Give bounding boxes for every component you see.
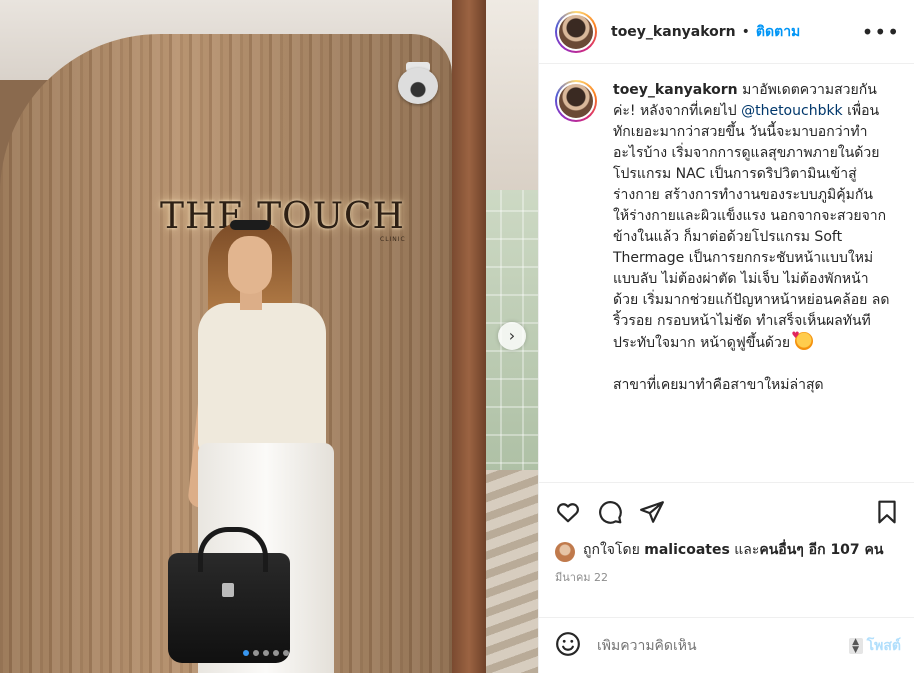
security-camera [398, 62, 438, 106]
like-heart-icon[interactable] [555, 499, 581, 525]
carousel-dot [243, 650, 249, 656]
caption-avatar[interactable] [555, 80, 597, 122]
header-separator: • [741, 23, 750, 40]
likes-summary: ถูกใจโดย malicoates และคนอื่นๆ อีก 107 ค… [539, 540, 914, 562]
more-options-icon[interactable]: ••• [862, 20, 900, 44]
avatar[interactable] [555, 10, 597, 53]
header-username[interactable]: toey_kanyakorn [611, 24, 736, 40]
save-bookmark-icon[interactable] [874, 499, 900, 525]
post-photo[interactable]: THE TOUCH CLINIC › [0, 0, 538, 673]
instagram-post-modal: THE TOUCH CLINIC › toey_kanyakorn • ติดต… [0, 0, 914, 673]
likes-text: ถูกใจโดย malicoates และคนอื่นๆ อีก 107 ค… [583, 540, 883, 560]
caption-text: toey_kanyakorn มาอัพเดตความสวยกันค่ะ! หล… [613, 80, 893, 482]
carousel-dot [253, 650, 259, 656]
post-sidebar: toey_kanyakorn • ติดตาม ••• toey_kanyako… [538, 0, 914, 673]
comment-input[interactable] [597, 637, 849, 654]
caption-mention-link[interactable]: @thetouchbkk [741, 103, 843, 119]
clinic-sign-sub: CLINIC [380, 236, 406, 243]
caption-username[interactable]: toey_kanyakorn [613, 82, 738, 98]
carousel-dots [243, 650, 289, 656]
emoji-picker-icon[interactable] [555, 631, 581, 661]
likes-others-link[interactable]: คนอื่นๆ อีก 107 คน [759, 542, 883, 558]
smiling-face-with-hearts-icon [792, 326, 813, 350]
carousel-dot [283, 650, 289, 656]
post-date[interactable]: มีนาคม 22 [539, 562, 914, 590]
carousel-dot [273, 650, 279, 656]
share-paper-plane-icon[interactable] [639, 499, 665, 525]
caption-text-part-3: สาขาที่เคยมาทำคือสาขาใหม่ล่าสุด [613, 377, 824, 393]
carousel-dot [263, 650, 269, 656]
comment-bubble-icon[interactable] [597, 499, 623, 525]
photo-pillar [452, 0, 486, 673]
liker-avatar[interactable] [555, 542, 575, 562]
likes-prefix: ถูกใจโดย [583, 542, 645, 558]
caption-text-part-2: เพื่อนทักเยอะมากว่าสวยขึ้น วันนี้จะมาบอก… [613, 103, 890, 351]
post-actions [539, 482, 914, 540]
comment-bar: ▲▼ โพสต์ [539, 617, 914, 673]
photo-person [168, 208, 348, 673]
post-comment-label: โพสต์ [866, 637, 901, 654]
carousel-next-button[interactable]: › [498, 322, 526, 350]
sort-arrows-icon: ▲ ▼ [848, 637, 863, 654]
liker-username[interactable]: malicoates [644, 542, 730, 558]
caption-area: toey_kanyakorn มาอัพเดตความสวยกันค่ะ! หล… [539, 64, 914, 482]
likes-middle: และ [729, 542, 760, 558]
handbag [168, 527, 290, 663]
post-header: toey_kanyakorn • ติดตาม ••• [539, 0, 914, 64]
post-comment-button[interactable]: ▲ ▼ โพสต์ [848, 635, 901, 657]
follow-button[interactable]: ติดตาม [756, 21, 800, 43]
